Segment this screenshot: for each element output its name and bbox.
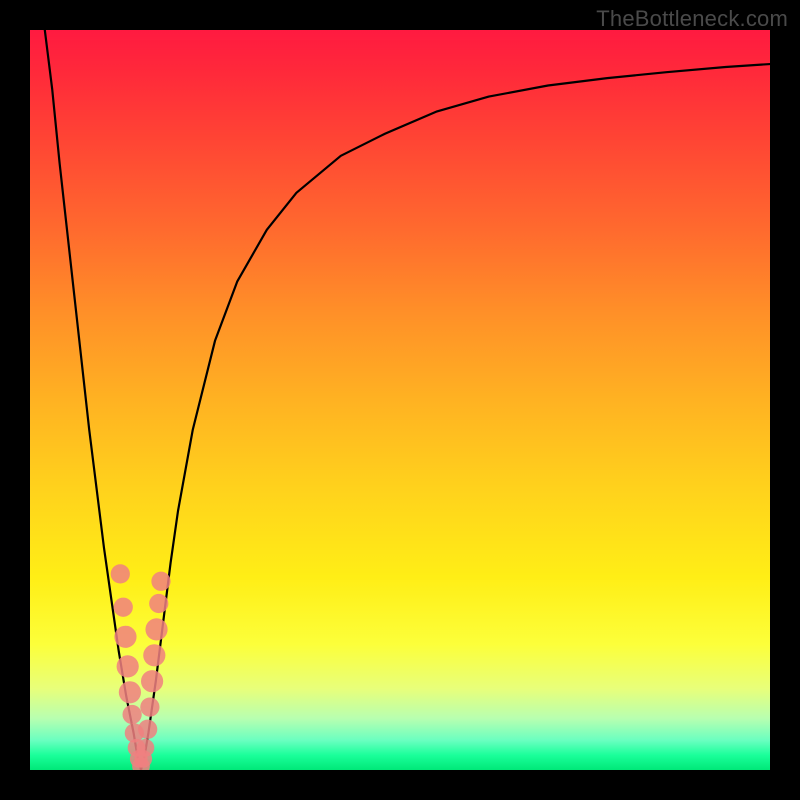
chart-svg (30, 30, 770, 770)
marker-dot (151, 572, 170, 591)
plot-area (30, 30, 770, 770)
marker-dot (143, 644, 165, 666)
marker-dot (114, 626, 136, 648)
marker-dot (119, 681, 141, 703)
watermark-text: TheBottleneck.com (596, 6, 788, 32)
marker-dot (117, 655, 139, 677)
marker-dot (141, 670, 163, 692)
marker-cluster (111, 564, 171, 770)
chart-frame: TheBottleneck.com (0, 0, 800, 800)
marker-dot (114, 598, 133, 617)
marker-dot (123, 705, 142, 724)
marker-dot (140, 697, 159, 716)
marker-dot (138, 720, 157, 739)
marker-dot (137, 739, 155, 757)
marker-dot (111, 564, 130, 583)
marker-dot (145, 618, 167, 640)
marker-dot (149, 594, 168, 613)
